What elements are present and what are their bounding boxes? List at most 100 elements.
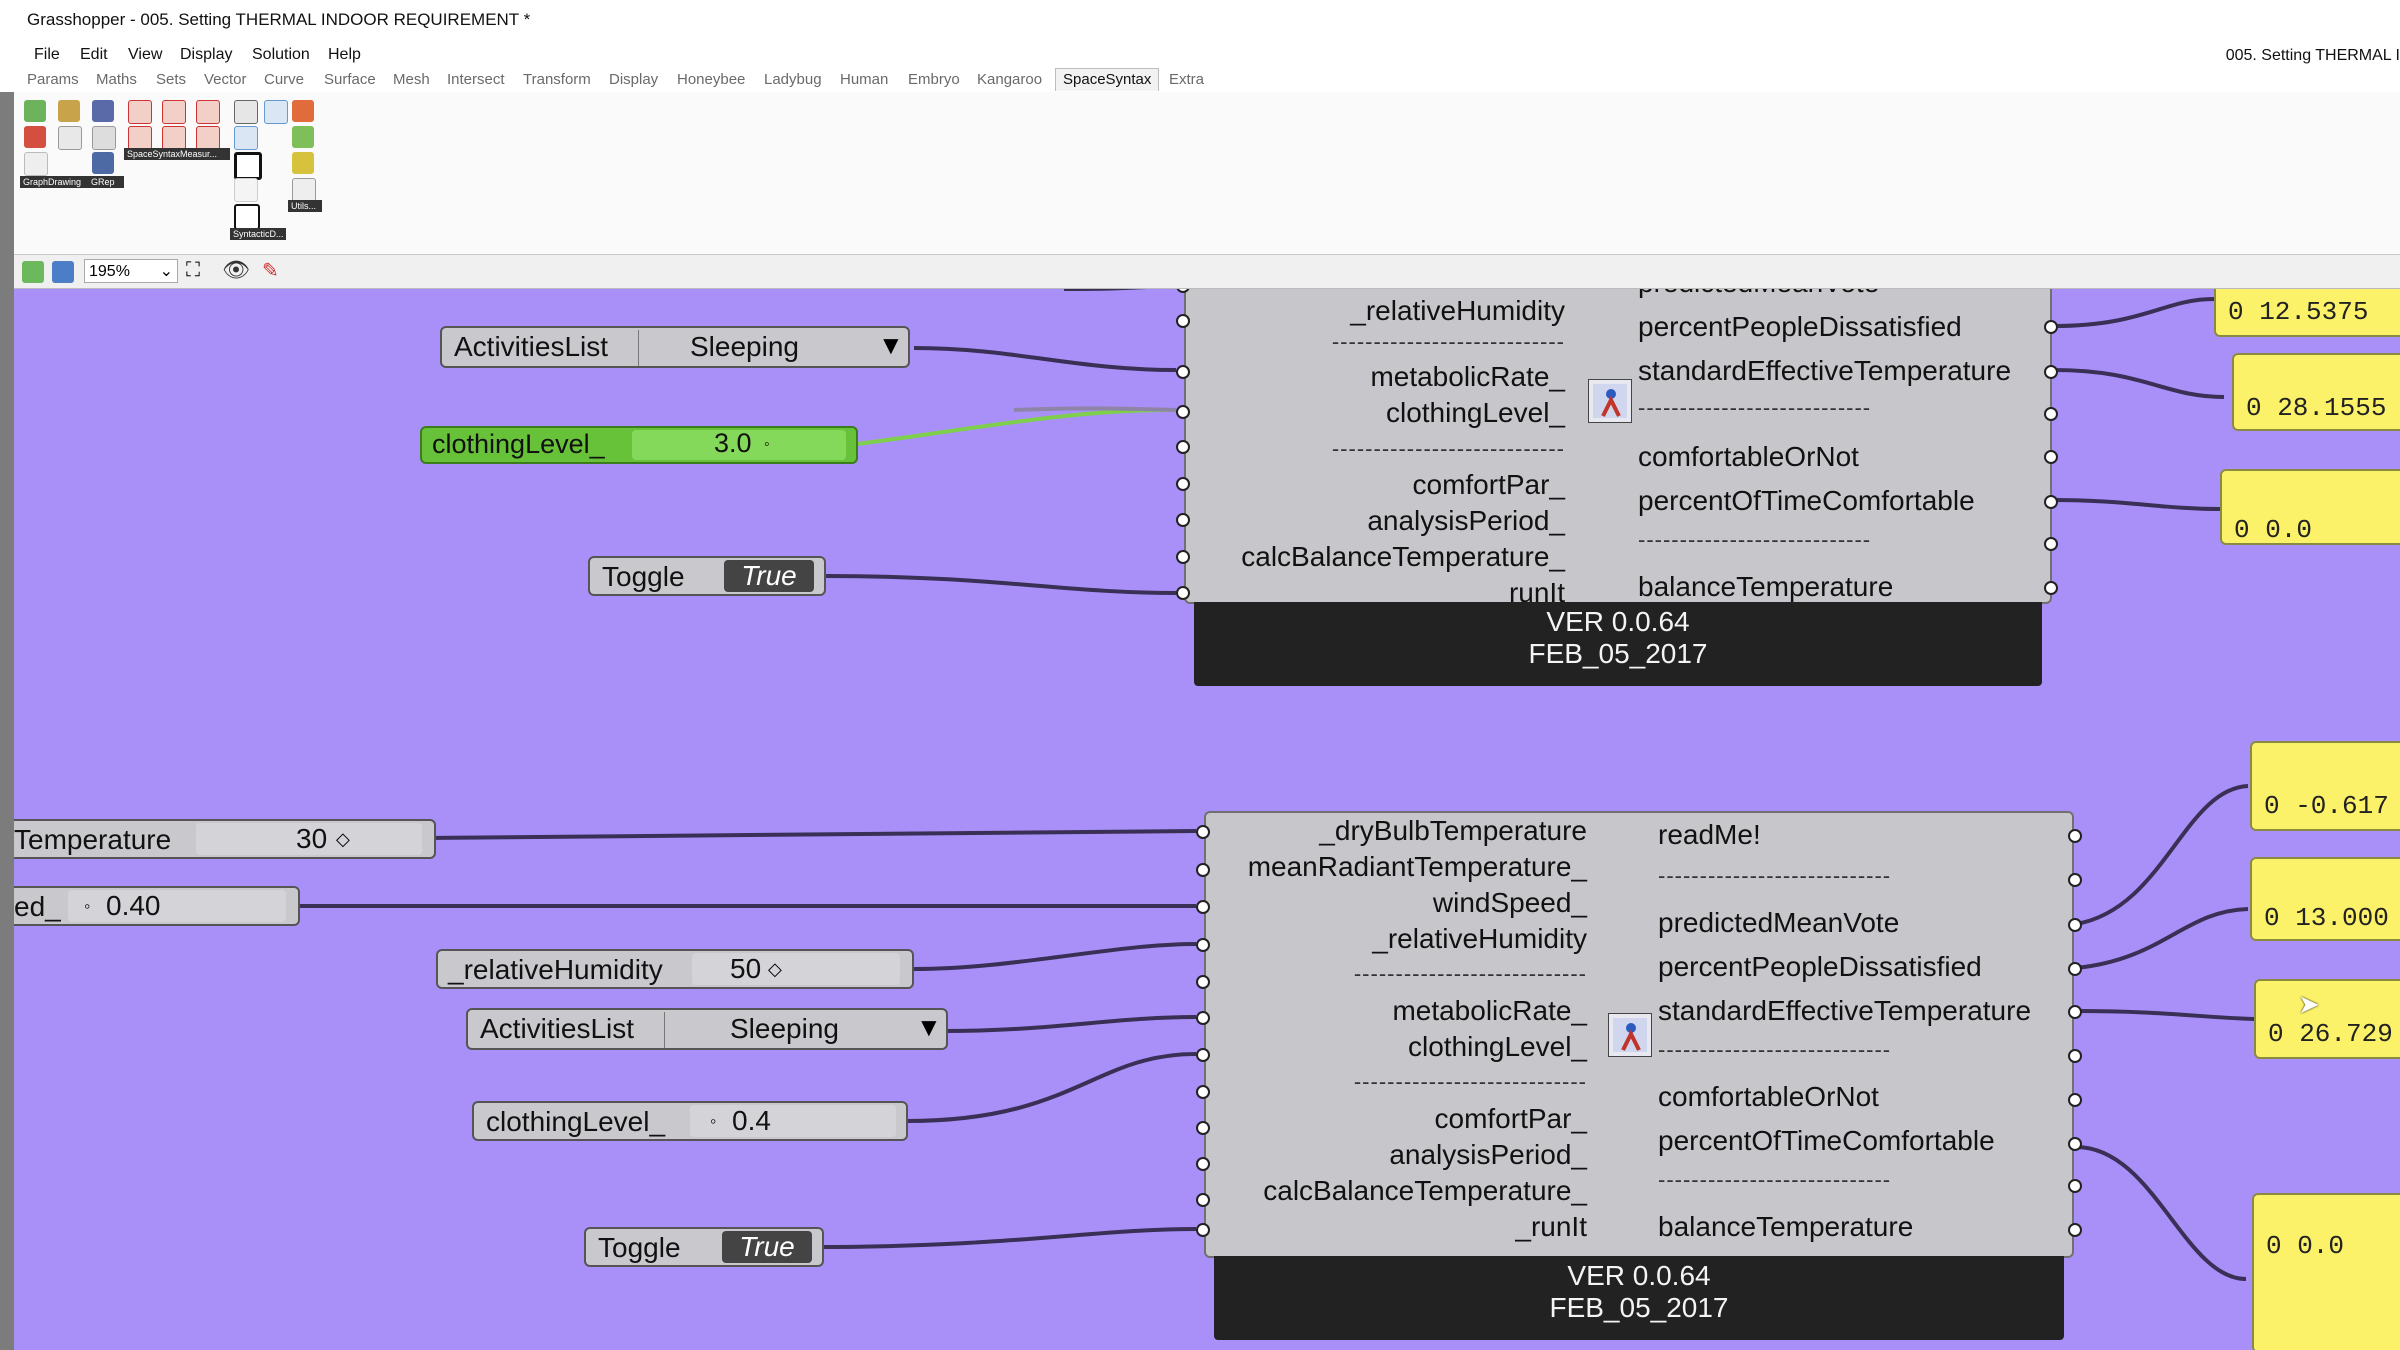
- move-icon[interactable]: [264, 100, 288, 124]
- output-port[interactable]: [2044, 407, 2058, 421]
- zoom-extents-icon[interactable]: ⛶: [186, 259, 200, 282]
- color-wheel-icon[interactable]: [292, 126, 314, 148]
- crossed-square-icon[interactable]: [234, 204, 260, 230]
- ctr-icon[interactable]: [162, 100, 186, 124]
- tab-kangaroo[interactable]: Kangaroo: [977, 71, 1042, 88]
- graph-icon[interactable]: [24, 100, 46, 122]
- output-port[interactable]: [2044, 581, 2058, 595]
- tab-mesh[interactable]: Mesh: [393, 71, 430, 88]
- slider-track[interactable]: [68, 890, 286, 922]
- output-port[interactable]: [2044, 537, 2058, 551]
- panel-pmv-top[interactable]: 0 12.5375: [2214, 289, 2400, 337]
- relative-humidity-slider[interactable]: _relativeHumidity 50 ◇: [436, 949, 914, 989]
- slider-track[interactable]: [690, 1105, 896, 1137]
- output-port[interactable]: [2068, 873, 2082, 887]
- input-port[interactable]: [1196, 1121, 1210, 1135]
- input-port[interactable]: [1196, 900, 1210, 914]
- slider-knob-icon[interactable]: ◦: [764, 436, 770, 454]
- preview-eye-icon[interactable]: 👁: [222, 257, 250, 283]
- dropdown-arrow-icon[interactable]: ▼: [878, 330, 904, 361]
- output-port[interactable]: [2068, 918, 2082, 932]
- toggle-value[interactable]: True: [724, 560, 814, 592]
- blank-icon[interactable]: [234, 178, 258, 202]
- panel-comfortable-top[interactable]: 0 0.0: [2220, 469, 2400, 545]
- grid-icon[interactable]: [92, 126, 116, 150]
- output-port[interactable]: [2068, 1005, 2082, 1019]
- output-port[interactable]: [2068, 962, 2082, 976]
- input-port[interactable]: [1176, 513, 1190, 527]
- grasshopper-canvas[interactable]: _relativeHumidity ----------------------…: [14, 289, 2400, 1350]
- chart-icon[interactable]: [196, 126, 220, 150]
- tab-maths[interactable]: Maths: [96, 71, 137, 88]
- dropdown-arrow-icon[interactable]: ▼: [916, 1012, 942, 1043]
- save-icon[interactable]: [52, 261, 74, 283]
- input-port[interactable]: [1196, 1157, 1210, 1171]
- slider-knob-icon[interactable]: ◦: [710, 1111, 716, 1132]
- panel-ppd-bottom[interactable]: 0 13.000: [2250, 857, 2400, 941]
- activities-list-bottom[interactable]: ActivitiesList Sleeping ▼: [466, 1008, 948, 1050]
- input-port[interactable]: [1196, 1223, 1210, 1237]
- zoom-select[interactable]: 195% ⌄: [84, 259, 178, 283]
- panel-comfortable-bottom[interactable]: 0 0.0: [2252, 1193, 2400, 1350]
- clothing-level-slider-top[interactable]: clothingLevel_ 3.0 ◦: [420, 426, 858, 464]
- output-port[interactable]: [2068, 1223, 2082, 1237]
- input-port[interactable]: [1176, 405, 1190, 419]
- panel-set-bottom[interactable]: 0 26.729: [2254, 979, 2400, 1059]
- utility-icon[interactable]: [292, 100, 314, 122]
- menu-view[interactable]: View: [128, 46, 162, 64]
- toggle-value[interactable]: True: [722, 1231, 812, 1263]
- menu-display[interactable]: Display: [180, 46, 232, 64]
- arrows-icon[interactable]: [234, 126, 258, 150]
- slider-knob-icon[interactable]: ◦: [84, 896, 90, 917]
- tab-transform[interactable]: Transform: [523, 71, 591, 88]
- tab-vector[interactable]: Vector: [204, 71, 247, 88]
- btw-icon[interactable]: [196, 100, 220, 124]
- output-port[interactable]: [2044, 495, 2058, 509]
- panel-ppd-top[interactable]: 0 28.1555: [2232, 353, 2400, 431]
- tab-curve[interactable]: Curve: [264, 71, 304, 88]
- tab-ladybug[interactable]: Ladybug: [764, 71, 822, 88]
- temperature-slider[interactable]: Temperature 30 ◇: [14, 819, 436, 859]
- clothing-level-slider-bottom[interactable]: clothingLevel_ ◦ 0.4: [472, 1101, 908, 1141]
- input-port[interactable]: [1196, 1048, 1210, 1062]
- activities-list-top[interactable]: ActivitiesList Sleeping ▼: [440, 326, 910, 368]
- slider-track[interactable]: [692, 953, 900, 985]
- tab-surface[interactable]: Surface: [324, 71, 376, 88]
- input-port[interactable]: [1196, 1085, 1210, 1099]
- slider-knob-icon[interactable]: ◇: [768, 959, 782, 980]
- input-port[interactable]: [1196, 1193, 1210, 1207]
- square-icon[interactable]: [234, 152, 262, 180]
- input-port[interactable]: [1176, 586, 1190, 600]
- menu-help[interactable]: Help: [328, 46, 361, 64]
- comfort-component-bottom[interactable]: _dryBulbTemperature meanRadiantTemperatu…: [1204, 811, 2074, 1258]
- input-port[interactable]: [1196, 975, 1210, 989]
- toggle-bottom[interactable]: Toggle True: [584, 1227, 824, 1267]
- line-icon[interactable]: [292, 178, 316, 202]
- slider-knob-icon[interactable]: ◇: [336, 829, 350, 850]
- input-port[interactable]: [1196, 825, 1210, 839]
- input-port[interactable]: [1196, 863, 1210, 877]
- tab-embryo[interactable]: Embryo: [908, 71, 960, 88]
- panel-pmv-bottom[interactable]: 0 -0.617: [2250, 741, 2400, 831]
- input-port[interactable]: [1176, 550, 1190, 564]
- toggle-top[interactable]: Toggle True: [588, 556, 826, 596]
- menu-edit[interactable]: Edit: [80, 46, 108, 64]
- cursor-icon[interactable]: [24, 152, 48, 176]
- input-port[interactable]: [1196, 938, 1210, 952]
- ntg-icon[interactable]: [128, 126, 152, 150]
- comfort-component-top[interactable]: _relativeHumidity ----------------------…: [1184, 289, 2052, 608]
- input-port[interactable]: [1176, 365, 1190, 379]
- output-port[interactable]: [2044, 365, 2058, 379]
- tab-honeybee[interactable]: Honeybee: [677, 71, 745, 88]
- paint-brush-icon[interactable]: ✎: [262, 258, 279, 283]
- dif-icon[interactable]: [128, 100, 152, 124]
- input-port[interactable]: [1196, 1011, 1210, 1025]
- output-port[interactable]: [2068, 1137, 2082, 1151]
- palette-icon[interactable]: [292, 152, 314, 174]
- output-port[interactable]: [2068, 1049, 2082, 1063]
- menu-solution[interactable]: Solution: [252, 46, 310, 64]
- output-port[interactable]: [2068, 1179, 2082, 1193]
- output-port[interactable]: [2068, 1093, 2082, 1107]
- layout-icon[interactable]: [58, 100, 80, 122]
- frame-icon[interactable]: [234, 100, 258, 124]
